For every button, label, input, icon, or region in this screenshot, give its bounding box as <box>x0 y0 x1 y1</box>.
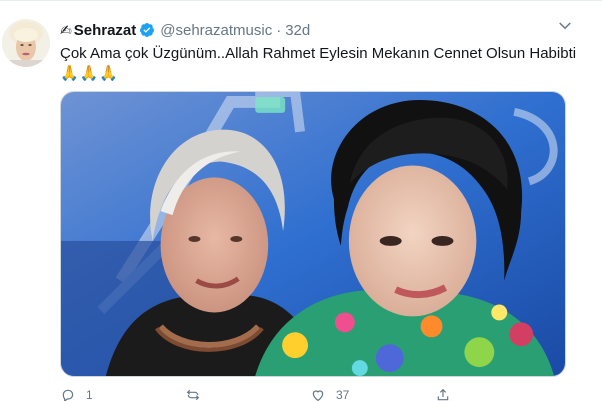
user-handle[interactable]: @sehrazatmusic <box>160 22 272 39</box>
tweet-card[interactable]: ✍ Sehrazat @sehrazatmusic · 32d Çok Ama … <box>0 0 602 401</box>
tweet-time[interactable]: 32d <box>285 22 310 39</box>
chevron-down-icon[interactable] <box>556 17 574 35</box>
reply-icon <box>62 389 74 401</box>
quill-icon: ✍ <box>60 21 72 38</box>
tweet-text-block: Çok Ama çok Üzgünüm..Allah Rahmet Eylesi… <box>60 44 580 84</box>
tweet-actions: 1 37 <box>60 387 560 401</box>
share-icon <box>437 388 449 400</box>
verified-badge-icon <box>140 23 155 37</box>
separator-dot: · <box>276 21 282 39</box>
share-action[interactable] <box>435 387 560 401</box>
retweet-icon <box>186 389 200 400</box>
tweet-text: Çok Ama çok Üzgünüm..Allah Rahmet Eylesi… <box>60 45 577 62</box>
like-count: 37 <box>336 387 350 401</box>
reply-count: 1 <box>86 387 93 401</box>
like-icon <box>312 389 324 401</box>
tweet-image-drawing <box>61 92 565 376</box>
reply-action[interactable]: 1 <box>60 387 185 401</box>
like-action[interactable]: 37 <box>310 387 435 401</box>
display-name[interactable]: Sehrazat <box>74 22 137 39</box>
avatar[interactable] <box>2 19 50 67</box>
avatar-image <box>2 19 50 67</box>
prayer-emojis: 🙏🙏🙏 <box>60 65 120 82</box>
retweet-action[interactable] <box>185 387 310 401</box>
tweet-header: ✍ Sehrazat @sehrazatmusic · 32d <box>60 20 310 40</box>
tweet-image[interactable] <box>60 91 566 377</box>
